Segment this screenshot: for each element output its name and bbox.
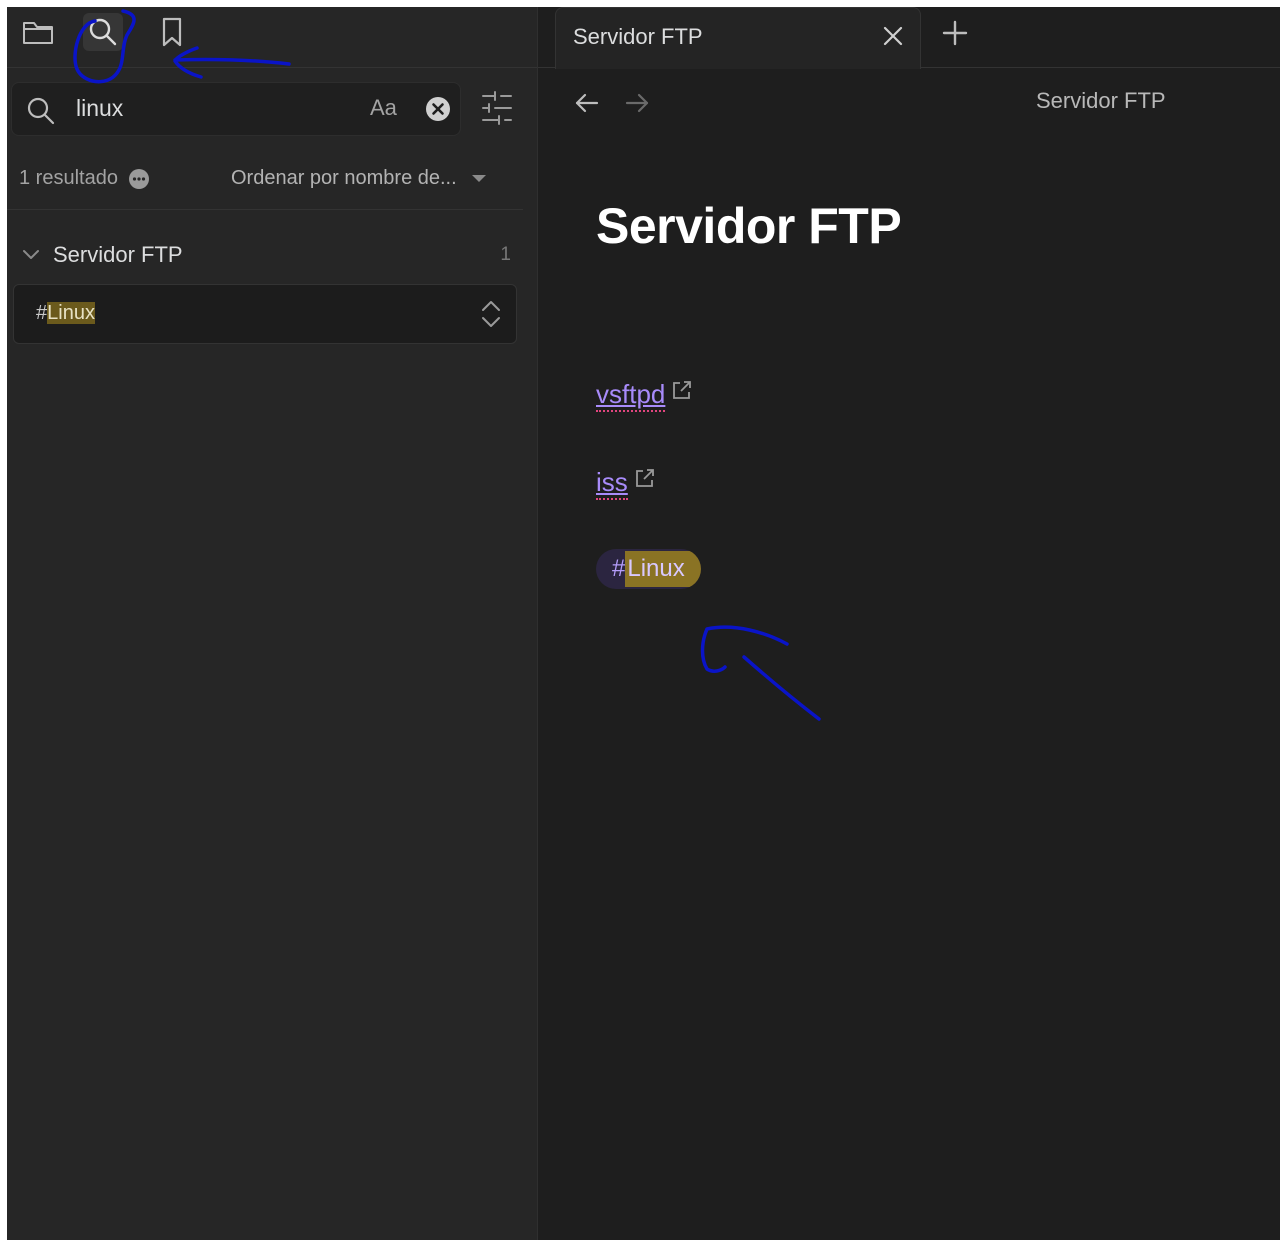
- arrow-left-icon[interactable]: [574, 92, 600, 114]
- more-icon[interactable]: [128, 168, 150, 190]
- caret-down-icon: [471, 174, 486, 182]
- result-match-count: 1: [500, 244, 511, 265]
- result-count-text: 1 resultado: [19, 167, 118, 189]
- search-icon: [27, 97, 55, 125]
- search-result-file[interactable]: Servidor FTP 1: [21, 239, 511, 271]
- search-input[interactable]: [76, 93, 346, 123]
- annotation-arrow-bottom: [700, 625, 821, 721]
- tag-name: Linux: [625, 551, 701, 587]
- external-link-icon: [673, 381, 692, 399]
- folder-icon: [23, 22, 53, 44]
- left-sidebar: Aa 1 resultado Ordenar por nombre de... …: [7, 7, 538, 1240]
- match-case-toggle[interactable]: Aa: [370, 95, 397, 121]
- sidebar-tab-strip: [7, 7, 537, 68]
- clear-icon[interactable]: [425, 96, 451, 122]
- plus-icon[interactable]: [941, 19, 969, 47]
- link-label[interactable]: iss: [596, 467, 628, 500]
- chevron-down-icon[interactable]: [21, 249, 41, 261]
- search-tab[interactable]: [83, 13, 123, 51]
- view-header-title[interactable]: Servidor FTP: [1036, 88, 1166, 114]
- search-icon: [89, 18, 117, 46]
- files-tab[interactable]: [18, 13, 58, 51]
- nav-bar: Servidor FTP: [538, 68, 1280, 138]
- sort-dropdown[interactable]: Ordenar por nombre de...: [231, 167, 487, 190]
- external-link-vsftpd[interactable]: vsftpd: [596, 379, 693, 412]
- link-label[interactable]: vsftpd: [596, 379, 666, 412]
- tab-bar: Servidor FTP: [538, 7, 1280, 69]
- result-file-title: Servidor FTP: [53, 242, 183, 267]
- external-link-icon: [635, 469, 654, 487]
- app-window: Aa 1 resultado Ordenar por nombre de... …: [7, 7, 1280, 1240]
- match-text: #Linux: [36, 302, 95, 325]
- tag-linux[interactable]: # Linux: [596, 549, 701, 589]
- match-highlight: Linux: [47, 302, 95, 324]
- tab-servidor-ftp[interactable]: Servidor FTP: [555, 7, 921, 69]
- result-count: 1 resultado: [19, 167, 150, 190]
- external-link-iss[interactable]: iss: [596, 467, 656, 500]
- bookmark-icon: [162, 17, 182, 47]
- close-icon[interactable]: [882, 25, 904, 47]
- sort-label: Ordenar por nombre de...: [231, 167, 457, 189]
- tab-title: Servidor FTP: [573, 24, 703, 49]
- match-prefix: #: [36, 302, 48, 324]
- search-match-snippet[interactable]: #Linux: [13, 284, 517, 344]
- bookmarks-tab[interactable]: [152, 13, 192, 51]
- arrow-right-icon[interactable]: [624, 92, 650, 114]
- expand-icon[interactable]: [480, 299, 502, 329]
- page-title: Servidor FTP: [596, 198, 902, 254]
- search-box: Aa: [11, 82, 461, 136]
- tag-hash: #: [612, 555, 626, 582]
- results-divider: [7, 209, 523, 210]
- filter-icon[interactable]: [481, 91, 513, 125]
